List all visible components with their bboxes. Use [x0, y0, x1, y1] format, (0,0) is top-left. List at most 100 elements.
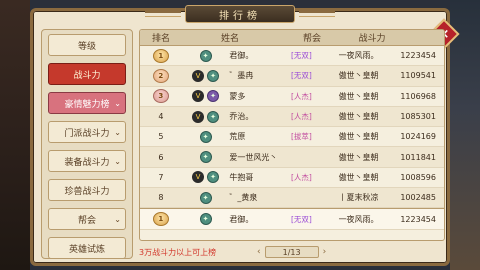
rank-cell: 8 — [140, 193, 182, 202]
ranking-hint: 3万战斗力以上可上榜 — [139, 247, 217, 257]
pager: ‹ 1/13 › — [257, 246, 326, 258]
table-row[interactable]: 1 ✦ 君御。 [无双] 一夜风雨。 1223454 — [140, 46, 444, 67]
table-row[interactable]: 2 V ✦ ゛墨冉 [无双] 傲世丶皇朝 1109541 — [140, 66, 444, 87]
guild-name: 一夜风雨。 — [338, 51, 379, 61]
class-emblem-icon: ✦ — [207, 110, 220, 123]
sidebar-tab-label: 战斗力 — [73, 70, 101, 81]
chevron-down-icon: ⌄ — [114, 156, 121, 166]
header-rank: 排名 — [151, 34, 170, 44]
rank-medal-icon: 1 — [152, 48, 169, 63]
player-icons: V ✦ — [182, 69, 230, 82]
power-value: 1106968 — [400, 91, 436, 101]
table-footer: 3万战斗力以上可上榜 ‹ 1/13 › — [139, 245, 445, 259]
player-icons: ✦ — [182, 130, 230, 143]
sidebar-tab-5[interactable]: 珍兽战斗力 — [48, 179, 126, 201]
player-title-tag: [无双] — [291, 51, 312, 61]
player-name: 君御。 — [229, 214, 254, 224]
title-ornament-left — [145, 11, 181, 17]
rank-medal-icon: 1 — [152, 212, 169, 227]
table-row[interactable]: 7 V ✦ 牛抱哥 [人杰] 傲世丶皇朝 1008596 — [140, 168, 444, 189]
sidebar-tab-0[interactable]: 等级 — [48, 34, 126, 56]
power-value: 1223454 — [400, 214, 436, 224]
rank-number: 6 — [158, 152, 164, 162]
power-value: 1011841 — [400, 152, 436, 162]
chevron-down-icon: ⌄ — [114, 127, 121, 137]
player-icons: ✦ — [182, 151, 230, 164]
rank-cell: 6 — [140, 153, 182, 162]
background-scene-right — [450, 0, 480, 270]
player-title-tag: [拔萃] — [291, 132, 312, 142]
sidebar-tab-2[interactable]: 豪情魅力榜 ⌄ — [48, 92, 126, 114]
rank-cell: 5 — [140, 132, 182, 141]
player-name: 牛抱哥 — [229, 172, 254, 182]
rank-number: 4 — [158, 112, 164, 122]
sidebar-tab-label: 等级 — [77, 41, 96, 52]
sidebar-tab-label: 英雄试炼 — [68, 244, 105, 255]
table-row[interactable]: 3 V ✦ 蒙多 [人杰] 傲世丶皇朝 1106968 — [140, 87, 444, 107]
title-ornament-right — [299, 11, 335, 17]
vip-icon: V — [192, 110, 205, 123]
sidebar-tab-label: 门派战斗力 — [64, 128, 110, 139]
player-name: 蒙多 — [229, 91, 246, 101]
chevron-down-icon: ⌄ — [114, 214, 121, 224]
rank-medal-icon: 3 — [152, 89, 169, 104]
guild-name: 傲世丶皇朝 — [338, 152, 379, 162]
guild-name: 傲世丶皇朝 — [338, 172, 379, 182]
player-name: ゛_黄泉 — [229, 193, 258, 203]
header-power: 战斗力 — [358, 34, 386, 44]
title-bar: 排行榜 — [33, 3, 447, 25]
rank-cell: 1 — [140, 48, 182, 63]
player-icons: V ✦ — [182, 90, 230, 103]
sidebar-tab-6[interactable]: 帮会 ⌄ — [48, 208, 126, 230]
class-emblem-icon: ✦ — [199, 151, 212, 164]
power-value: 1008596 — [400, 172, 436, 182]
sidebar-tab-7[interactable]: 英雄试炼 — [48, 237, 126, 259]
guild-name: 傲世丶皇朝 — [338, 91, 379, 101]
guild-name: 一夜风雨。 — [338, 214, 379, 224]
my-rank-row[interactable]: 1 ✦ 君御。 [无双] 一夜风雨。 1223454 — [140, 208, 444, 231]
rank-cell: 4 — [140, 112, 182, 121]
vip-icon: V — [192, 171, 205, 184]
player-title-tag: [人杰] — [291, 172, 312, 182]
player-name: 荒原 — [229, 132, 246, 142]
class-emblem-icon: ✦ — [207, 90, 220, 103]
guild-name: 丨夏末秋凉 — [338, 193, 379, 203]
class-emblem-icon: ✦ — [207, 171, 220, 184]
sidebar-tab-4[interactable]: 装备战斗力 ⌄ — [48, 150, 126, 172]
player-title-tag: [无双] — [291, 214, 312, 224]
guild-name: 傲世丶皇朝 — [338, 71, 379, 81]
power-value: 1002485 — [400, 193, 436, 203]
window-title: 排行榜 — [185, 5, 295, 23]
table-row[interactable]: 8 ✦ ゛_黄泉 丨夏末秋凉 1002485 — [140, 188, 444, 209]
background-scene-left — [0, 0, 30, 270]
rank-number: 7 — [158, 172, 164, 182]
class-emblem-icon: ✦ — [199, 191, 212, 204]
power-value: 1024169 — [400, 132, 436, 142]
power-value: 1223454 — [400, 51, 436, 61]
sidebar-tab-label: 装备战斗力 — [64, 157, 110, 168]
table-row[interactable]: 5 ✦ 荒原 [拔萃] 傲世丶皇朝 1024169 — [140, 127, 444, 148]
chevron-down-icon: ⌄ — [114, 98, 121, 108]
table-row[interactable]: 4 V ✦ 乔治。 [人杰] 傲世丶皇朝 1085301 — [140, 106, 444, 128]
sidebar-tab-3[interactable]: 门派战斗力 ⌄ — [48, 121, 126, 143]
header-guild: 帮会 — [302, 34, 321, 44]
vip-icon: V — [192, 90, 205, 103]
player-title-tag: [无双] — [291, 71, 312, 81]
category-sidebar: 等级战斗力豪情魅力榜 ⌄ 门派战斗力 ⌄ 装备战斗力 ⌄ 珍兽战斗力帮会 ⌄ 英雄试炼 — [41, 29, 133, 259]
page-indicator: 1/13 — [264, 246, 319, 258]
sidebar-tab-1[interactable]: 战斗力 — [48, 63, 126, 85]
prev-page-button[interactable]: ‹ — [257, 247, 261, 257]
player-title-tag: [人杰] — [291, 112, 312, 122]
power-value: 1085301 — [400, 112, 436, 122]
power-value: 1109541 — [400, 71, 436, 81]
player-icons: V ✦ — [182, 171, 230, 184]
table-header: 排名 姓名 帮会 战斗力 — [140, 30, 444, 46]
class-emblem-icon: ✦ — [207, 69, 220, 82]
header-name: 姓名 — [220, 34, 239, 44]
player-title-tag: [人杰] — [291, 91, 312, 101]
player-name: 爱一世风光丶 — [229, 152, 278, 162]
table-row[interactable]: 6 ✦ 爱一世风光丶 傲世丶皇朝 1011841 — [140, 147, 444, 168]
guild-name: 傲世丶皇朝 — [338, 112, 379, 122]
rank-cell: 3 — [140, 89, 182, 104]
next-page-button[interactable]: › — [323, 247, 327, 257]
